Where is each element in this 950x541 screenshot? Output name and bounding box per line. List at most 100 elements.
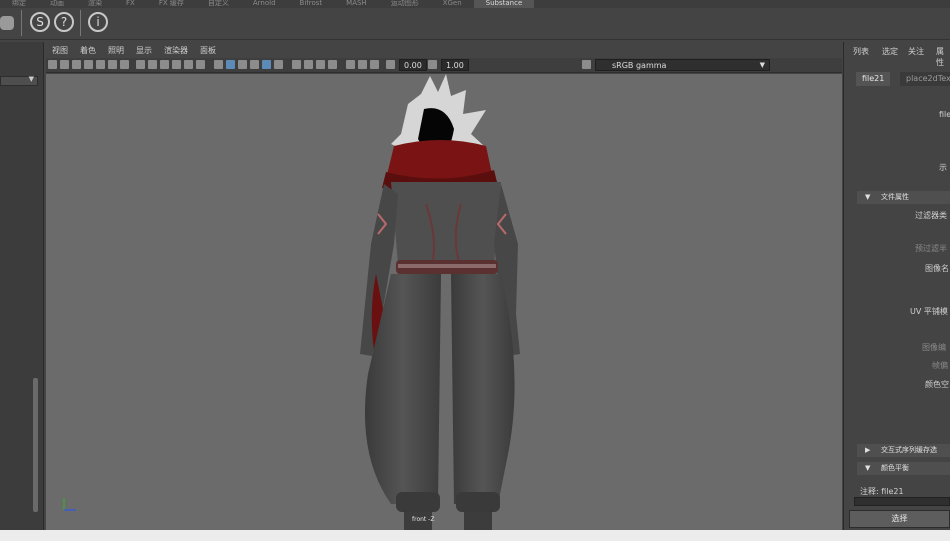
menu-renderer[interactable]: 渲染器 [158, 43, 194, 58]
shelf-divider [80, 10, 81, 36]
viewport[interactable] [46, 74, 842, 530]
xray-joints-icon[interactable] [370, 60, 379, 69]
menu-view[interactable]: 视图 [46, 43, 74, 58]
color-management-select[interactable]: sRGB gamma ▼ [595, 59, 770, 71]
textured-icon[interactable] [262, 60, 271, 69]
viewport-toolbar: 0.00 1.00 sRGB gamma ▼ [46, 58, 842, 73]
uv-tiling-label: UV 平铺模 [910, 307, 948, 316]
grid-icon[interactable] [120, 60, 129, 69]
shelf-tab[interactable]: MASH [334, 0, 379, 8]
section-interactive-cache[interactable]: ▶ 交互式序列缓存选 [857, 444, 950, 457]
color-management-icon[interactable] [582, 60, 591, 69]
shelf-tab-bar: 绑定 动画 渲染 FX FX 缓存 自定义 Arnold Bifrost MASH 运动图形 XGe… [0, 0, 950, 8]
isolate-select-icon[interactable] [346, 60, 355, 69]
anti-aliasing-icon[interactable] [328, 60, 337, 69]
shelf-tab[interactable]: Arnold [241, 0, 288, 8]
notes-field[interactable] [854, 497, 950, 506]
section-title: 文件属性 [881, 193, 909, 201]
pre-filter-label: 预过滤半 [915, 244, 947, 253]
help-icon[interactable]: ? [54, 12, 74, 32]
substance-glyph: S [36, 15, 44, 29]
shelf-tab[interactable]: 渲染 [76, 0, 114, 8]
safe-title-icon[interactable] [196, 60, 205, 69]
lights-icon[interactable] [274, 60, 283, 69]
shelf-tab[interactable]: 运动图形 [379, 0, 431, 8]
grease-pencil-icon[interactable] [108, 60, 117, 69]
menu-show[interactable]: 显示 [130, 43, 158, 58]
section-file-attributes[interactable]: ▼ 文件属性 [857, 191, 950, 204]
shelf-tab[interactable]: Bifrost [288, 0, 335, 8]
color-space-label: 颜色空 [925, 380, 949, 389]
film-gate-icon[interactable] [136, 60, 145, 69]
2d-pan-icon[interactable] [96, 60, 105, 69]
gamma-field[interactable]: 1.00 [441, 59, 469, 71]
bookmark-icon[interactable] [72, 60, 81, 69]
substance-icon[interactable]: S [30, 12, 50, 32]
ae-menu-selected[interactable]: 选定 [882, 46, 898, 57]
shelf-tool-icon[interactable] [0, 16, 14, 30]
chevron-down-icon: ▼ [759, 61, 765, 69]
help-glyph: ? [60, 15, 68, 29]
tab-file21[interactable]: file21 [856, 72, 891, 86]
camera-attributes-icon[interactable] [60, 60, 69, 69]
shelf-tab[interactable]: FX [114, 0, 147, 8]
ae-menu-attributes[interactable]: 属性 [936, 46, 950, 68]
camera-select-icon[interactable] [48, 60, 57, 69]
collapse-arrow-icon: ▼ [865, 464, 871, 472]
wireframe-on-shaded-icon[interactable] [250, 60, 259, 69]
smooth-shade-icon[interactable] [226, 60, 235, 69]
ambient-occlusion-icon[interactable] [304, 60, 313, 69]
expand-arrow-icon: ▶ [865, 446, 871, 454]
menu-panels[interactable]: 面板 [194, 43, 222, 58]
info-glyph: i [96, 15, 100, 29]
shelf: S ? i [0, 8, 950, 40]
shelf-tab[interactable]: 自定义 [196, 0, 241, 8]
ae-menu-focus[interactable]: 关注 [908, 46, 924, 57]
image-name-label: 图像名 [925, 264, 949, 273]
menu-lighting[interactable]: 照明 [102, 43, 130, 58]
section-color-balance[interactable]: ▼ 颜色平衡 [857, 462, 950, 475]
menu-shading[interactable]: 着色 [74, 43, 102, 58]
frame-offset-label: 帧偏 [932, 361, 948, 370]
shelf-tab[interactable]: 绑定 [0, 0, 38, 8]
gamma-icon[interactable] [428, 60, 437, 69]
default-material-icon[interactable] [238, 60, 247, 69]
chevron-down-icon: ▼ [28, 75, 34, 83]
collapse-arrow-icon: ▼ [865, 193, 871, 201]
shadows-icon[interactable] [292, 60, 301, 69]
image-plane-icon[interactable] [84, 60, 93, 69]
select-button-label: 选择 [891, 514, 908, 523]
viewport-menu-bar: 视图 着色 照明 显示 渲染器 面板 [46, 43, 842, 58]
motion-blur-icon[interactable] [316, 60, 325, 69]
shelf-tab[interactable]: XGen [431, 0, 474, 8]
shelf-divider [21, 10, 22, 36]
gate-mask-icon[interactable] [160, 60, 169, 69]
field-chart-icon[interactable] [172, 60, 181, 69]
notes-label: 注释: file21 [860, 487, 904, 496]
safe-action-icon[interactable] [184, 60, 193, 69]
file-name-label: file [939, 110, 950, 119]
shelf-tab[interactable]: Substance [473, 0, 535, 8]
show-label: 示 [939, 163, 947, 172]
exposure-field[interactable]: 0.00 [399, 59, 427, 71]
wireframe-icon[interactable] [214, 60, 223, 69]
ae-menu-list[interactable]: 列表 [853, 46, 869, 57]
left-scrollbar[interactable] [33, 378, 38, 512]
shelf-tab[interactable]: 动画 [38, 0, 76, 8]
tab-place2dtexture[interactable]: place2dTex [900, 72, 950, 86]
exposure-icon[interactable] [386, 60, 395, 69]
select-button[interactable]: 选择 [849, 510, 950, 528]
shelf-tab[interactable]: FX 缓存 [147, 0, 196, 8]
resolution-gate-icon[interactable] [148, 60, 157, 69]
status-bar [0, 530, 950, 541]
filter-type-label: 过滤器类 [915, 211, 947, 220]
section-title: 颜色平衡 [881, 464, 909, 472]
section-title: 交互式序列缓存选 [881, 446, 937, 454]
xray-icon[interactable] [358, 60, 367, 69]
color-management-value: sRGB gamma [612, 61, 667, 70]
character-model [63, 74, 520, 530]
image-number-label: 图像编 [922, 343, 946, 352]
left-panel-dropdown[interactable]: ▼ [0, 75, 38, 86]
camera-label: front -Z [412, 516, 435, 523]
info-icon[interactable]: i [88, 12, 108, 32]
